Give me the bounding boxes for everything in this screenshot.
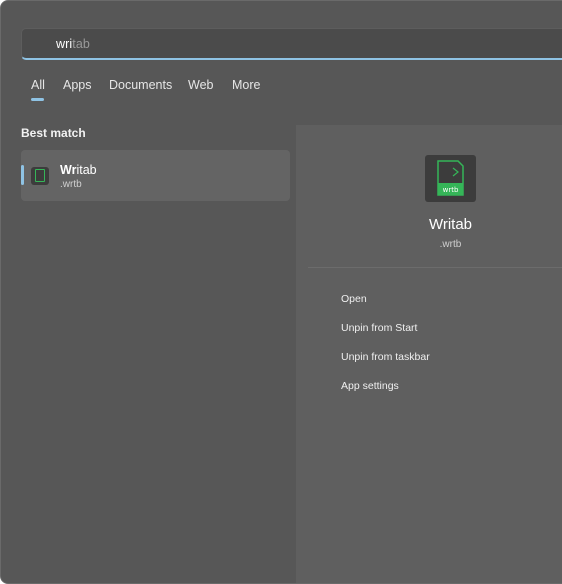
detail-app-name: Writab	[428, 216, 473, 233]
detail-app-subtitle: .wrtb	[439, 239, 462, 250]
tab-documents[interactable]: Documents	[109, 78, 172, 92]
result-name: Writab	[60, 163, 97, 177]
file-icon-label: wrtb	[443, 186, 459, 194]
writab-app-icon	[31, 167, 49, 185]
writab-file-icon: wrtb	[425, 155, 476, 202]
search-suggestion-text: tab	[72, 37, 90, 51]
result-name-match: Wr	[60, 163, 77, 177]
tab-apps[interactable]: Apps	[63, 78, 92, 92]
detail-pane: wrtb Writab .wrtb Open Unpin from Start …	[296, 125, 562, 583]
tab-all-indicator	[31, 98, 44, 101]
tab-more[interactable]: More	[232, 78, 260, 92]
open-action[interactable]: Open	[341, 293, 367, 305]
unpin-from-start-action[interactable]: Unpin from Start	[341, 322, 417, 334]
detail-divider	[308, 267, 562, 268]
search-panel: writab All Apps Documents Web More Best …	[0, 0, 562, 584]
best-match-heading: Best match	[21, 126, 86, 140]
selection-accent	[21, 165, 24, 185]
app-settings-action[interactable]: App settings	[341, 380, 399, 392]
tab-all[interactable]: All	[31, 78, 45, 92]
tab-web[interactable]: Web	[188, 78, 213, 92]
result-name-rest: itab	[76, 163, 97, 177]
search-input[interactable]: writab	[21, 28, 562, 60]
unpin-from-taskbar-action[interactable]: Unpin from taskbar	[341, 351, 430, 363]
result-subtitle: .wrtb	[60, 179, 82, 190]
best-match-result[interactable]: Writab .wrtb	[21, 150, 290, 201]
search-typed-text: wri	[56, 37, 73, 51]
search-query: writab	[56, 37, 90, 51]
